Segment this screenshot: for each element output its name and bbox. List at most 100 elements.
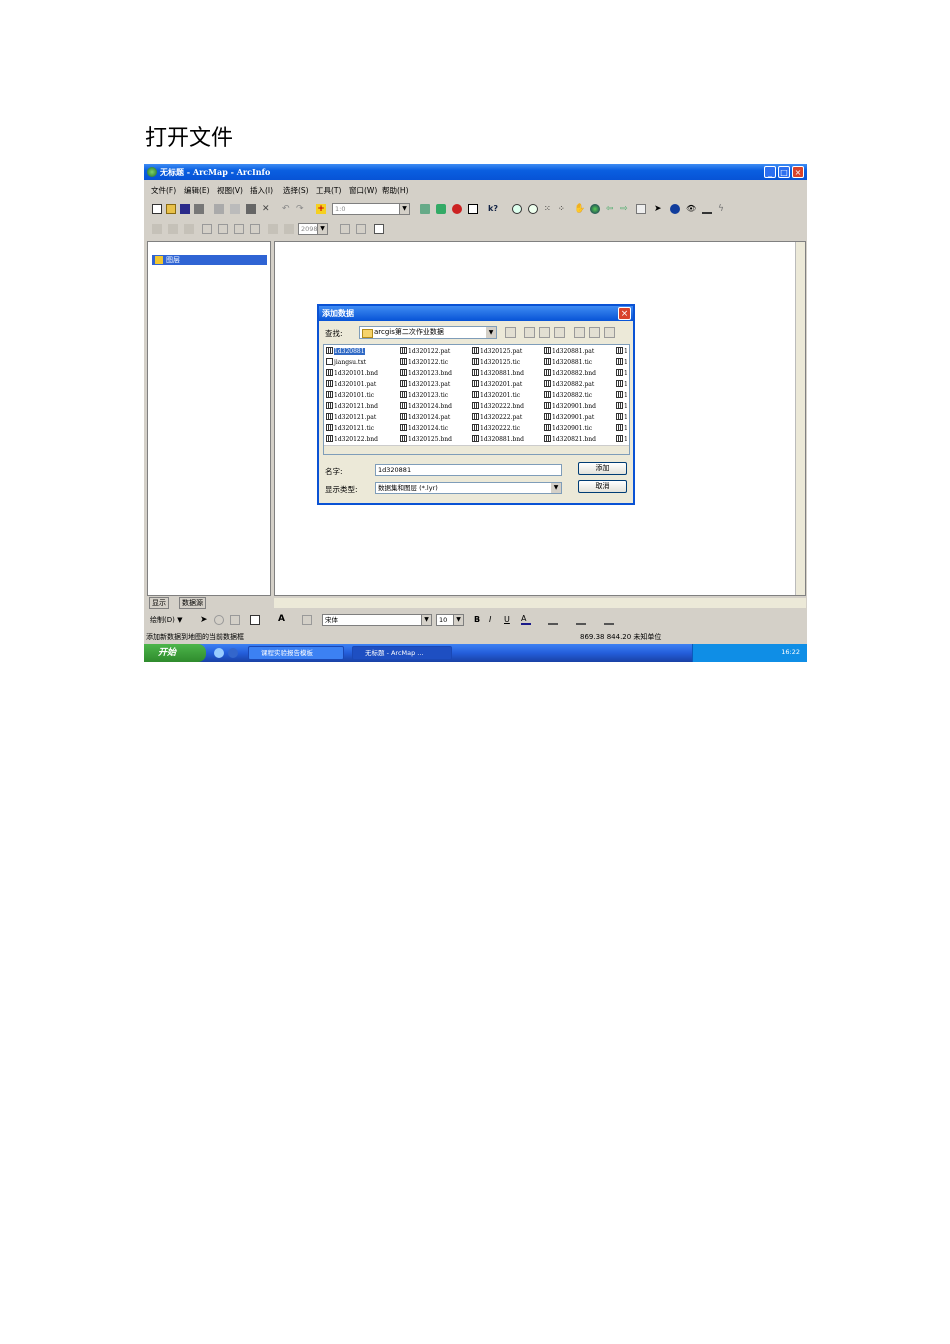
menu-insert[interactable]: 插入(I): [250, 185, 273, 196]
list-item[interactable]: jiangsu.txt: [326, 358, 366, 367]
tab-source[interactable]: 数据源: [179, 597, 206, 609]
measure-icon[interactable]: [702, 204, 712, 214]
back-arrow-icon[interactable]: ⇦: [606, 204, 616, 214]
list-item[interactable]: 1: [616, 380, 628, 389]
list-item[interactable]: 1d320201.pat: [472, 380, 522, 389]
list-item[interactable]: 1d320122.bnd: [326, 435, 378, 444]
zoom-100-icon[interactable]: [218, 224, 228, 234]
list-item[interactable]: 1d320124.pat: [400, 413, 450, 422]
chevron-down-icon[interactable]: ▼: [453, 615, 463, 625]
list-item[interactable]: 1d320201.tic: [472, 391, 520, 400]
file-list-scrollbar[interactable]: [324, 445, 629, 454]
zoom-percent-combo[interactable]: 2098 ▼: [298, 223, 328, 235]
delete-icon[interactable]: ✕: [262, 204, 272, 214]
zoom-out-icon[interactable]: [528, 204, 538, 214]
previous-extent-icon[interactable]: [268, 224, 278, 234]
layout-pan-icon[interactable]: [184, 224, 194, 234]
new-document-icon[interactable]: [152, 204, 162, 214]
minimize-button[interactable]: _: [764, 166, 776, 178]
copy-icon[interactable]: [230, 204, 240, 214]
whats-this-icon[interactable]: k?: [488, 204, 498, 214]
start-button[interactable]: 开始: [144, 644, 206, 662]
map-vertical-scrollbar[interactable]: [795, 242, 805, 595]
fixed-in-icon[interactable]: [234, 224, 244, 234]
list-item[interactable]: 1d320881.bnd: [472, 435, 524, 444]
list-item[interactable]: 1d320881.tic: [544, 358, 592, 367]
close-button[interactable]: ×: [792, 166, 804, 178]
text-tool-icon[interactable]: A: [278, 614, 288, 624]
add-button[interactable]: 添加: [578, 462, 627, 475]
rectangle-icon[interactable]: [250, 615, 260, 625]
next-extent-icon[interactable]: [284, 224, 294, 234]
chevron-down-icon[interactable]: ▼: [317, 224, 327, 234]
menu-file[interactable]: 文件(F): [151, 185, 176, 196]
list-item[interactable]: 1d320125.bnd: [400, 435, 452, 444]
save-icon[interactable]: [180, 204, 190, 214]
menu-select[interactable]: 选择(S): [283, 185, 309, 196]
focus-frame-icon[interactable]: [356, 224, 366, 234]
list-item[interactable]: 1d320122.tic: [400, 358, 448, 367]
list-item[interactable]: 1d320101.tic: [326, 391, 374, 400]
list-item[interactable]: 1d320882.bnd: [544, 369, 596, 378]
full-extent-icon[interactable]: [590, 204, 600, 214]
list-item[interactable]: 1d320122.pat: [400, 347, 450, 356]
zoom-whole-page-icon[interactable]: [202, 224, 212, 234]
select-elements-icon[interactable]: ➤: [200, 615, 210, 625]
list-item[interactable]: 1: [616, 402, 628, 411]
redo-icon[interactable]: ↷: [296, 204, 306, 214]
edit-vertices-icon[interactable]: [302, 615, 312, 625]
connect-folder-icon[interactable]: [524, 327, 535, 338]
list-item[interactable]: 1d320121.pat: [326, 413, 376, 422]
thumbnail-view-icon[interactable]: [604, 327, 615, 338]
list-item[interactable]: 1d320901.tic: [544, 424, 592, 433]
find-binoculars-icon[interactable]: 👁: [686, 204, 696, 214]
draw-menu-button[interactable]: 绘制(D) ▼: [150, 615, 182, 625]
list-item[interactable]: 1d320222.bnd: [472, 402, 524, 411]
list-item[interactable]: 1d320882.tic: [544, 391, 592, 400]
quick-launch-icon[interactable]: [214, 648, 224, 658]
list-item[interactable]: 1d320121.bnd: [326, 402, 378, 411]
list-item[interactable]: 1: [616, 358, 628, 367]
font-color-icon[interactable]: A: [521, 615, 531, 625]
line-color-icon[interactable]: [576, 615, 586, 625]
undo-icon[interactable]: ↶: [282, 204, 292, 214]
chevron-down-icon[interactable]: ▼: [421, 615, 431, 625]
list-item[interactable]: 1d320101.bnd: [326, 369, 378, 378]
menu-edit[interactable]: 编辑(E): [184, 185, 210, 196]
paste-icon[interactable]: [246, 204, 256, 214]
chevron-down-icon[interactable]: ▼: [399, 204, 409, 214]
add-data-icon[interactable]: +: [316, 204, 326, 214]
chevron-down-icon[interactable]: ▼: [486, 327, 496, 338]
fixed-zoom-out-icon[interactable]: ⁘: [558, 204, 568, 214]
fixed-zoom-in-icon[interactable]: ⁙: [544, 204, 554, 214]
list-item[interactable]: 1d320882.pat: [544, 380, 594, 389]
list-item[interactable]: 1d320125.pat: [472, 347, 522, 356]
list-item[interactable]: 1: [616, 347, 628, 356]
layout-zoom-out-icon[interactable]: [168, 224, 178, 234]
dialog-close-icon[interactable]: ×: [618, 307, 631, 320]
menu-window[interactable]: 窗口(W): [349, 185, 377, 196]
disconnect-folder-icon[interactable]: [539, 327, 550, 338]
list-item[interactable]: 1d320124.tic: [400, 424, 448, 433]
print-icon[interactable]: [194, 204, 204, 214]
list-item[interactable]: 1d320901.pat: [544, 413, 594, 422]
fill-color-icon[interactable]: [548, 615, 558, 625]
look-in-combo[interactable]: arcgis第二次作业数据 ▼: [359, 326, 497, 339]
list-item[interactable]: 1d320123.bnd: [400, 369, 452, 378]
open-folder-icon[interactable]: [166, 204, 176, 214]
file-list[interactable]: 1d320881 1d320122.pat 1d320125.pat 1d320…: [323, 344, 630, 455]
list-item[interactable]: 1d320881: [326, 347, 365, 356]
list-item[interactable]: 1d320901.bnd: [544, 402, 596, 411]
task-arcmap[interactable]: 无标题 - ArcMap ...: [352, 646, 452, 660]
marker-color-icon[interactable]: [604, 615, 614, 625]
browser-icon[interactable]: [228, 648, 238, 658]
tab-display[interactable]: 显示: [149, 597, 169, 609]
underline-button[interactable]: U: [504, 615, 510, 624]
list-item[interactable]: 1d320123.tic: [400, 391, 448, 400]
list-item[interactable]: 1d320123.pat: [400, 380, 450, 389]
arctoolbox-icon[interactable]: [452, 204, 462, 214]
list-item[interactable]: 1: [616, 435, 628, 444]
list-item[interactable]: 1d320821.bnd: [544, 435, 596, 444]
maximize-button[interactable]: □: [778, 166, 790, 178]
font-size-combo[interactable]: 10 ▼: [436, 614, 464, 626]
